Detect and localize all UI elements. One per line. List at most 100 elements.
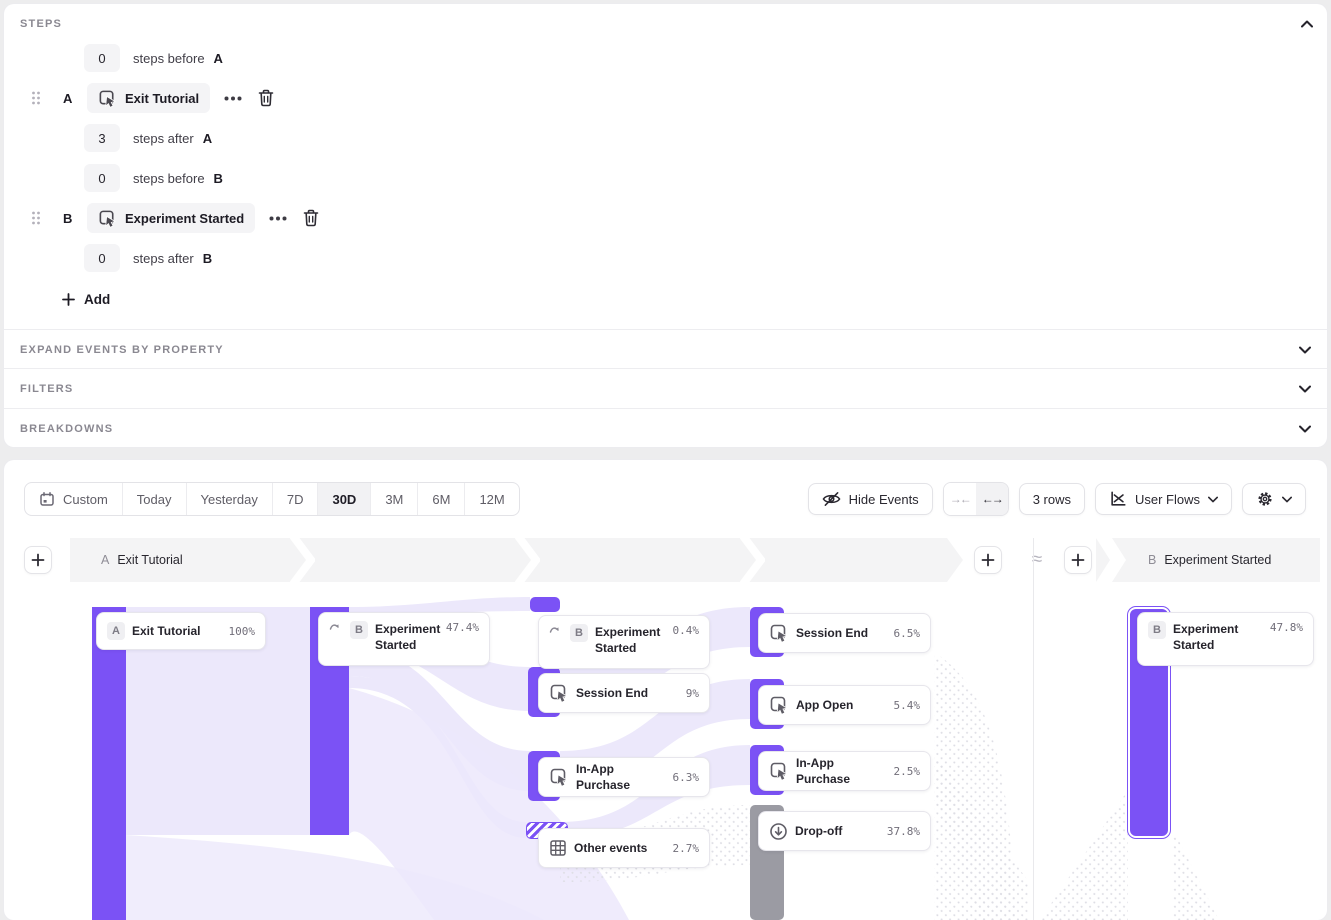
add-column-after-a-button[interactable] — [974, 546, 1002, 574]
anywhere-order-icon — [549, 624, 563, 634]
node-percent: 2.7% — [673, 842, 700, 855]
step-b-event-selector[interactable]: Experiment Started — [87, 203, 255, 233]
step-ref-b: B — [203, 251, 212, 266]
add-column-before-a-button[interactable] — [24, 546, 52, 574]
node-percent: 9% — [686, 687, 699, 700]
range-30d[interactable]: 30D — [317, 483, 370, 515]
flow-node-experiment-started-47[interactable]: B Experiment Started 47.4% — [318, 612, 490, 666]
flow-node-in-app-purchase-2[interactable]: In-App Purchase 2.5% — [758, 751, 931, 791]
steps-before-b-input[interactable]: 0 — [84, 164, 120, 192]
band-a-label: Exit Tutorial — [117, 553, 182, 567]
node-label: Other events — [574, 840, 666, 856]
chevron-down-icon — [1299, 385, 1311, 393]
range-12m[interactable]: 12M — [464, 483, 518, 515]
flow-node-session-end[interactable]: Session End 9% — [538, 673, 710, 713]
node-percent: 47.8% — [1270, 621, 1303, 634]
flow-node-exit-tutorial[interactable]: A Exit Tutorial 100% — [96, 612, 266, 650]
flow-node-drop-off[interactable]: Drop-off 37.8% — [758, 811, 931, 851]
steps-before-a-input[interactable]: 0 — [84, 44, 120, 72]
event-click-icon — [98, 209, 117, 228]
collapse-steps-button[interactable] — [1301, 20, 1313, 28]
section-filters[interactable]: FILTERS — [4, 368, 1327, 408]
steps-before-a-label: steps before — [133, 51, 205, 66]
steps-after-a-input[interactable]: 3 — [84, 124, 120, 152]
hide-events-button[interactable]: Hide Events — [808, 483, 933, 515]
gear-icon — [1256, 490, 1274, 508]
band-separator-chevron — [739, 538, 765, 582]
range-custom[interactable]: Custom — [25, 483, 122, 515]
add-step-label: Add — [84, 292, 110, 307]
trash-icon — [258, 89, 274, 107]
node-label: App Open — [796, 697, 887, 713]
drag-handle-icon[interactable] — [31, 91, 41, 105]
flow-node-session-end-2[interactable]: Session End 6.5% — [758, 613, 931, 653]
event-click-icon — [769, 623, 789, 643]
steps-before-a-row: 0 steps before A — [84, 44, 223, 72]
node-bar-exit-tutorial[interactable] — [92, 607, 126, 920]
step-b-row: B Experiment Started — [31, 203, 319, 233]
plus-icon — [31, 553, 45, 567]
step-b-delete-button[interactable] — [303, 209, 319, 227]
expand-columns-button[interactable]: ←→ — [976, 483, 1008, 515]
flows-panel: Custom Today Yesterday 7D 30D 3M 6M 12M … — [4, 460, 1327, 920]
steps-after-a-label: steps after — [133, 131, 194, 146]
view-type-dropdown[interactable]: User Flows — [1095, 483, 1232, 515]
flow-node-app-open[interactable]: App Open 5.4% — [758, 685, 931, 725]
rows-count-button[interactable]: 3 rows — [1019, 483, 1085, 515]
band-a-letter: A — [101, 553, 109, 567]
settings-dropdown[interactable] — [1242, 483, 1306, 515]
flow-column-header: A Exit Tutorial ≈ B Experiment Started — [4, 538, 1327, 582]
add-column-before-b-button[interactable] — [1064, 546, 1092, 574]
band-a-exit-tutorial[interactable]: A Exit Tutorial — [70, 538, 963, 582]
step-b-more-options-button[interactable] — [269, 216, 287, 221]
range-7d[interactable]: 7D — [272, 483, 318, 515]
range-yesterday[interactable]: Yesterday — [186, 483, 272, 515]
section-label: EXPAND EVENTS BY PROPERTY — [20, 344, 224, 356]
step-a-delete-button[interactable] — [258, 89, 274, 107]
steps-after-b-input[interactable]: 0 — [84, 244, 120, 272]
node-percent: 0.4% — [673, 624, 700, 637]
event-click-icon — [549, 767, 569, 787]
steps-before-b-row: 0 steps before B — [84, 164, 223, 192]
node-chip-experiment-started[interactable] — [530, 597, 560, 612]
range-today[interactable]: Today — [122, 483, 186, 515]
step-a-more-options-button[interactable] — [224, 96, 242, 101]
band-b-arrow-tip — [1096, 538, 1110, 582]
section-expand-events-by-property[interactable]: EXPAND EVENTS BY PROPERTY — [4, 329, 1327, 369]
plus-icon — [62, 293, 75, 306]
eye-off-icon — [822, 491, 841, 507]
add-step-button[interactable]: Add — [62, 288, 110, 310]
event-click-icon — [769, 761, 789, 781]
step-b-letter: B — [63, 211, 75, 226]
flow-node-in-app-purchase[interactable]: In-App Purchase 6.3% — [538, 757, 710, 797]
hide-events-label: Hide Events — [849, 492, 919, 507]
rows-count-label: 3 rows — [1033, 492, 1071, 507]
flow-node-other-events[interactable]: Other events 2.7% — [538, 828, 710, 868]
band-b-letter: B — [1148, 553, 1156, 567]
steps-panel: STEPS 0 steps before A A Exit Tutorial 3… — [4, 4, 1327, 447]
step-badge: B — [350, 621, 368, 639]
step-badge: A — [107, 622, 125, 640]
band-b-experiment-started[interactable]: B Experiment Started — [1112, 538, 1320, 582]
step-a-event-selector[interactable]: Exit Tutorial — [87, 83, 210, 113]
view-type-label: User Flows — [1135, 492, 1200, 507]
more-options-icon — [224, 96, 242, 101]
step-a-letter: A — [63, 91, 75, 106]
anywhere-order-icon — [329, 621, 343, 631]
steps-panel-header: STEPS — [20, 12, 1313, 36]
section-breakdowns[interactable]: BREAKDOWNS — [4, 408, 1327, 448]
more-options-icon — [269, 216, 287, 221]
flow-node-experiment-started-04[interactable]: B Experiment Started 0.4% — [538, 615, 710, 669]
node-label: Experiment Started — [375, 621, 439, 653]
flow-node-experiment-started-end[interactable]: B Experiment Started 47.8% — [1137, 612, 1314, 666]
range-6m[interactable]: 6M — [417, 483, 464, 515]
event-click-icon — [549, 683, 569, 703]
toolbar-right-group: Hide Events →← ←→ 3 rows User Flows — [808, 482, 1306, 516]
step-ref-a: A — [203, 131, 212, 146]
range-3m[interactable]: 3M — [370, 483, 417, 515]
date-range-selector: Custom Today Yesterday 7D 30D 3M 6M 12M — [24, 482, 520, 516]
grid-icon — [549, 839, 567, 857]
collapse-columns-button[interactable]: →← — [944, 483, 976, 515]
drag-handle-icon[interactable] — [31, 211, 41, 225]
plus-icon — [1071, 553, 1085, 567]
